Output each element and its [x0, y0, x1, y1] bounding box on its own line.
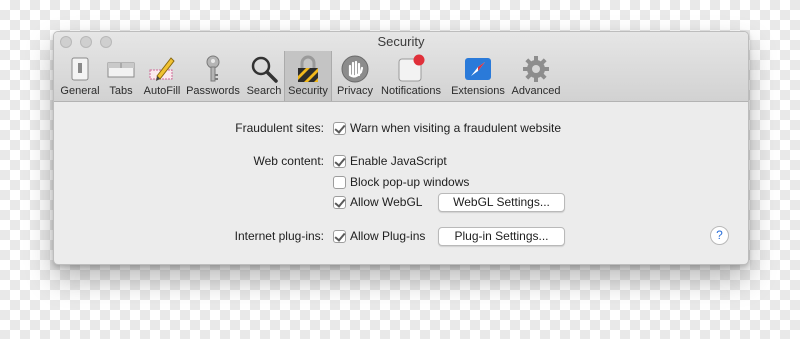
autofill-icon: [147, 54, 177, 84]
tab-search-label: Search: [246, 85, 282, 97]
allow-webgl-text: Allow WebGL: [350, 195, 423, 209]
tab-notifications-label: Notifications: [381, 85, 441, 97]
help-button[interactable]: ?: [710, 226, 729, 245]
fraudulent-sites-label: Fraudulent sites:: [235, 121, 324, 135]
allow-webgl-checkbox[interactable]: [333, 196, 346, 209]
tab-advanced-label: Advanced: [511, 85, 561, 97]
tab-autofill[interactable]: AutoFill: [141, 51, 183, 101]
window-title: Security: [377, 34, 425, 49]
gear-icon: [521, 54, 551, 84]
tab-privacy-label: Privacy: [336, 85, 374, 97]
allow-plugins-checkbox[interactable]: [333, 230, 346, 243]
lock-icon: [293, 54, 323, 84]
block-popups-checkbox[interactable]: [333, 176, 346, 189]
tab-general-label: General: [60, 85, 100, 97]
tab-passwords[interactable]: Passwords: [185, 51, 241, 101]
enable-javascript-checkbox[interactable]: [333, 155, 346, 168]
tab-search[interactable]: Search: [243, 51, 285, 101]
general-icon: [65, 54, 95, 84]
tab-privacy[interactable]: Privacy: [333, 51, 377, 101]
tab-tabs[interactable]: Tabs: [101, 51, 141, 101]
internet-plugins-label: Internet plug-ins:: [234, 229, 324, 243]
warn-fraudulent-checkbox[interactable]: [333, 122, 346, 135]
key-icon: [198, 54, 228, 84]
tab-extensions[interactable]: Extensions: [447, 51, 509, 101]
webgl-settings-button[interactable]: WebGL Settings...: [438, 193, 565, 212]
block-popups-text: Block pop-up windows: [350, 175, 470, 189]
notifications-icon: [396, 54, 426, 84]
tab-security[interactable]: Security: [284, 51, 332, 101]
magnifier-icon: [249, 54, 279, 84]
tab-security-label: Security: [288, 85, 328, 97]
warn-fraudulent-text: Warn when visiting a fraudulent website: [350, 121, 561, 135]
tab-passwords-label: Passwords: [186, 85, 240, 97]
tab-notifications[interactable]: Notifications: [378, 51, 444, 101]
toolbar: Security General Tabs AutoFill Passwords: [54, 32, 748, 102]
enable-javascript-text: Enable JavaScript: [350, 154, 447, 168]
web-content-label: Web content:: [253, 154, 325, 168]
plugin-settings-button[interactable]: Plug-in Settings...: [438, 227, 565, 246]
hand-icon: [340, 54, 370, 84]
allow-plugins-text: Allow Plug-ins: [350, 229, 426, 243]
preferences-window: Security General Tabs AutoFill Passwords: [53, 31, 749, 265]
compass-icon: [463, 54, 493, 84]
tab-advanced[interactable]: Advanced: [509, 51, 563, 101]
tab-autofill-label: AutoFill: [143, 85, 181, 97]
tabs-icon: [106, 54, 136, 84]
tab-general[interactable]: General: [59, 51, 101, 101]
tab-tabs-label: Tabs: [109, 85, 133, 97]
tab-extensions-label: Extensions: [451, 85, 505, 97]
